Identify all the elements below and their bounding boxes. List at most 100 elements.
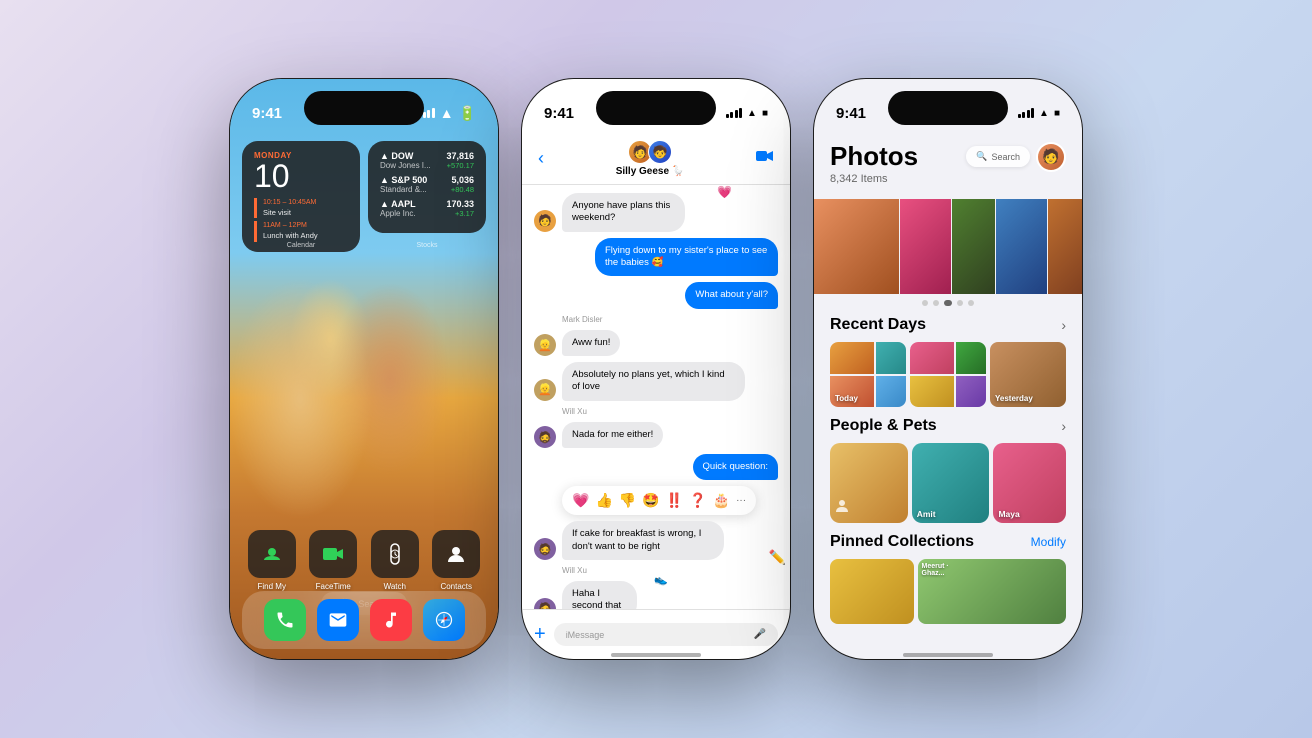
bubble-9: Haha I second that xyxy=(562,581,637,609)
today-label: Today xyxy=(835,394,858,403)
emoji-cake[interactable]: 🎂 xyxy=(713,492,730,509)
people-maya[interactable]: Maya xyxy=(993,443,1066,523)
mini-8 xyxy=(956,376,986,408)
tapback-shoe: 👟 xyxy=(654,573,668,586)
wifi-icon-msg: ▲ xyxy=(747,108,757,119)
photos-body: Recent Days › Today xyxy=(814,304,1082,659)
avatar-msg1: 🧑 xyxy=(534,210,556,232)
profile-avatar-img: 🧑 xyxy=(1038,144,1064,170)
people-pets-header: People & Pets › xyxy=(830,417,1066,435)
dock-phone[interactable] xyxy=(264,599,306,641)
signal-icon-photos xyxy=(1018,108,1035,118)
profile-avatar[interactable]: 🧑 xyxy=(1036,142,1066,172)
photos-search-button[interactable]: 🔍 Search xyxy=(966,146,1030,167)
dock-music[interactable] xyxy=(370,599,412,641)
video-call-button[interactable] xyxy=(756,149,774,168)
dock-safari[interactable] xyxy=(423,599,465,641)
bubble-2: Flying down to my sister's place to see … xyxy=(595,238,778,277)
sender-name-3: Will Xu xyxy=(562,566,778,575)
recent-days-title: Recent Days xyxy=(830,316,926,334)
emoji-exclaim[interactable]: ‼️ xyxy=(666,492,683,509)
msg-row-9: 🧔 Haha I second that 👟 xyxy=(534,581,778,609)
bubble-8: If cake for breakfast is wrong, I don't … xyxy=(562,521,724,560)
bubble-5: Absolutely no plans yet, which I kind of… xyxy=(562,362,745,401)
recent-days-arrow[interactable]: › xyxy=(1061,317,1066,333)
msg-row-7: Quick question: xyxy=(534,454,778,480)
recent-multi-2[interactable] xyxy=(910,342,986,407)
pinned-2[interactable]: Meerut ·Ghaz... xyxy=(918,559,1066,624)
calendar-widget[interactable]: MONDAY 10 10:15 – 10:45AM Site visit 11A… xyxy=(242,141,360,252)
maya-name: Maya xyxy=(998,509,1019,519)
recent-today[interactable]: Today xyxy=(830,342,906,407)
emoji-wow[interactable]: 🤩 xyxy=(642,492,659,509)
app-watch[interactable]: Watch xyxy=(369,530,421,591)
bubble-6: Nada for me either! xyxy=(562,422,663,448)
messages-title: 🧑 🧒 Silly Geese 🪿 xyxy=(616,140,685,177)
app-facetime[interactable]: FaceTime xyxy=(308,530,360,591)
stocks-widget[interactable]: ▲ DOW Dow Jones I... 37,816 +570.17 xyxy=(368,141,486,252)
back-button[interactable]: ‹ xyxy=(538,148,544,169)
pinned-map-label: Meerut ·Ghaz... xyxy=(918,559,1066,581)
battery-icon-msg: ■ xyxy=(762,108,768,119)
msg-row-6: 🧔 Nada for me either! xyxy=(534,422,778,448)
msg-row-1: 🧑 Anyone have plans this weekend? 💗 xyxy=(534,193,778,232)
photos-count: 8,342 Items xyxy=(830,173,1066,185)
app-findmy-label: Find My xyxy=(258,582,286,591)
bubble-1: Anyone have plans this weekend? xyxy=(562,193,685,232)
mini-5 xyxy=(910,342,954,374)
widgets-row: MONDAY 10 10:15 – 10:45AM Site visit 11A… xyxy=(242,141,486,252)
imessage-placeholder: iMessage xyxy=(566,630,605,640)
stock-dow: ▲ DOW Dow Jones I... 37,816 +570.17 xyxy=(380,151,474,170)
avatar-mark2: 👱 xyxy=(534,379,556,401)
emoji-question[interactable]: ❓ xyxy=(689,492,706,509)
cal-event-1: 10:15 – 10:45AM Site visit xyxy=(254,198,348,218)
avatar-will3: 🧔 xyxy=(534,598,556,609)
modify-button[interactable]: Modify xyxy=(1031,535,1066,549)
hero-photo-5 xyxy=(1048,199,1082,294)
emoji-more[interactable]: ··· xyxy=(736,495,746,506)
pinned-1[interactable] xyxy=(830,559,914,624)
messages-plus-button[interactable]: + xyxy=(534,623,546,646)
emoji-tapback-bar[interactable]: 💗 👍 👎 🤩 ‼️ ❓ 🎂 ··· xyxy=(562,486,756,515)
yesterday-label: Yesterday xyxy=(995,394,1033,403)
mic-button[interactable]: 🎤 xyxy=(754,629,766,640)
emoji-thumbsup[interactable]: 👍 xyxy=(595,492,612,509)
signal-icon-msg xyxy=(726,108,743,118)
imessage-input[interactable]: iMessage 🎤 xyxy=(554,623,778,646)
msg-row-2: Flying down to my sister's place to see … xyxy=(534,238,778,277)
recent-days-header: Recent Days › xyxy=(830,316,1066,334)
pinned-header: Pinned Collections Modify xyxy=(830,533,1066,551)
group-people-icon xyxy=(834,498,850,519)
calendar-label: Calendar xyxy=(242,242,360,252)
emoji-heart[interactable]: 💗 xyxy=(572,492,589,509)
msg-row-3: What about y'all? xyxy=(534,282,778,308)
home-indicator xyxy=(611,653,701,657)
people-amit[interactable]: Amit xyxy=(912,443,990,523)
search-icon-photos: 🔍 xyxy=(976,151,987,162)
messages-header: ‹ 🧑 🧒 Silly Geese 🪿 xyxy=(522,133,790,185)
phone-messages: 9:41 ▲ ■ ‹ 🧑 🧒 Silly Gees xyxy=(522,79,790,659)
cal-date: 10 xyxy=(254,160,348,192)
bubble-wrapper-1: Anyone have plans this weekend? 💗 xyxy=(562,193,726,232)
phone-home: 9:41 ▲ 🔋 MONDAY 10 xyxy=(230,79,498,659)
compose-reaction: ✏️ xyxy=(769,549,786,566)
mini-7 xyxy=(910,376,954,408)
people-group-card[interactable] xyxy=(830,443,908,523)
sender-name-2: Will Xu xyxy=(562,407,778,416)
battery-icon: 🔋 xyxy=(459,105,476,122)
dock-mail[interactable] xyxy=(317,599,359,641)
recent-yesterday[interactable]: Yesterday xyxy=(990,342,1066,407)
app-contacts[interactable]: Contacts xyxy=(431,530,483,591)
app-findmy[interactable]: Find My xyxy=(246,530,298,591)
mini-2 xyxy=(876,342,906,374)
pinned-title: Pinned Collections xyxy=(830,533,974,551)
amit-name: Amit xyxy=(917,509,936,519)
emoji-thumbsdown[interactable]: 👎 xyxy=(619,492,636,509)
dynamic-island-msg xyxy=(596,91,716,125)
app-contacts-label: Contacts xyxy=(440,582,472,591)
messages-body: 🧑 Anyone have plans this weekend? 💗 Flyi… xyxy=(522,185,790,609)
people-pets-arrow[interactable]: › xyxy=(1061,418,1066,434)
status-icons-home: ▲ 🔋 xyxy=(418,105,476,122)
hero-photo-1 xyxy=(814,199,899,294)
hero-photo-3 xyxy=(952,199,995,294)
